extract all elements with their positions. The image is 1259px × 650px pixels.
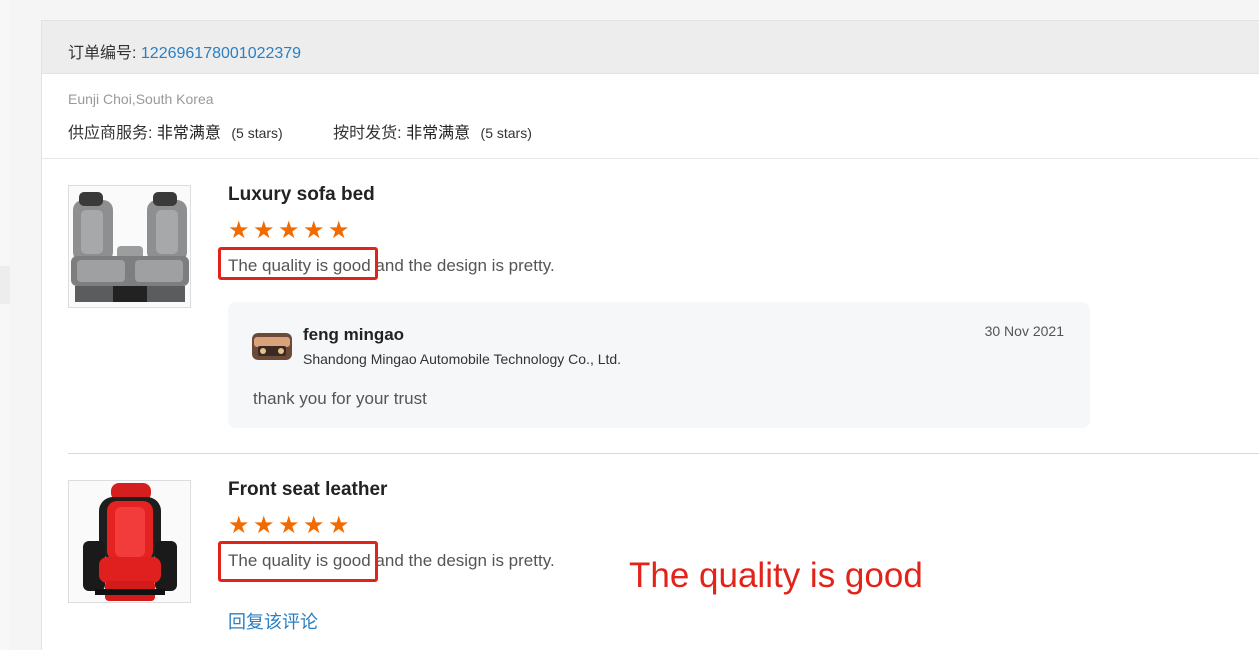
rating-stars-note: (5 stars) [480, 125, 532, 141]
seller-avatar [252, 333, 292, 360]
star-icon: ★ [328, 512, 350, 539]
order-header: 订单编号: 122696178001022379 [42, 21, 1259, 74]
rating-value: 非常满意 [156, 125, 221, 142]
buyer-info: Eunji Choi,South Korea [68, 91, 214, 107]
star-icon: ★ [228, 512, 250, 539]
rating-supplier-service: 供应商服务: 非常满意 (5 stars) [68, 119, 283, 143]
rating-stars-note: (5 stars) [231, 125, 283, 141]
seller-avatar-image [252, 333, 292, 360]
review-text-rest: and the design is pretty. [370, 256, 555, 275]
star-icon: ★ [278, 217, 300, 244]
star-icon: ★ [253, 217, 275, 244]
review-text-rest: and the design is pretty. [370, 551, 555, 570]
review-stars: ★ ★ ★ ★ ★ [228, 217, 353, 244]
seller-name: feng mingao [303, 325, 405, 344]
seller-company: Shandong Mingao Automobile Technology Co… [303, 351, 622, 367]
rating-on-time-delivery: 按时发货: 非常满意 (5 stars) [333, 119, 532, 143]
star-icon: ★ [328, 217, 350, 244]
seller-reply: feng mingao Shandong Mingao Automobile T… [228, 302, 1090, 428]
product-image-front-seat[interactable] [68, 480, 191, 603]
review-stars: ★ ★ ★ ★ ★ [228, 512, 353, 539]
header-divider [42, 158, 1259, 159]
star-icon: ★ [253, 512, 275, 539]
order-number-label: 订单编号: 122696178001022379 [68, 39, 301, 63]
grey-seats-image [69, 186, 190, 307]
rating-label: 按时发货: [333, 125, 402, 142]
product-title[interactable]: Luxury sofa bed [228, 184, 375, 206]
highlight-box [218, 541, 378, 582]
reply-to-review-link[interactable]: 回复该评论 [228, 608, 318, 634]
reply-date: 30 Nov 2021 [984, 323, 1064, 339]
reply-message: thank you for your trust [253, 389, 427, 408]
order-number-link[interactable]: 122696178001022379 [141, 45, 301, 62]
annotation-text: The quality is good [629, 556, 923, 595]
order-review-card: 订单编号: 122696178001022379 Eunji Choi,Sout… [41, 20, 1259, 650]
rating-label: 供应商服务: [68, 125, 153, 142]
seller-ratings: 供应商服务: 非常满意 (5 stars) 按时发货: 非常满意 (5 star… [68, 119, 578, 143]
star-icon: ★ [303, 217, 325, 244]
rating-value: 非常满意 [406, 125, 471, 142]
product-image-sofa-bed[interactable] [68, 185, 191, 308]
review-divider [68, 453, 1259, 454]
left-strip-tab [0, 266, 10, 304]
star-icon: ★ [303, 512, 325, 539]
star-icon: ★ [228, 217, 250, 244]
product-title[interactable]: Front seat leather [228, 479, 387, 501]
left-background-strip [0, 0, 10, 650]
order-number-caption: 订单编号: [68, 45, 137, 62]
red-seat-image [69, 481, 190, 602]
highlight-box [218, 247, 378, 280]
star-icon: ★ [278, 512, 300, 539]
